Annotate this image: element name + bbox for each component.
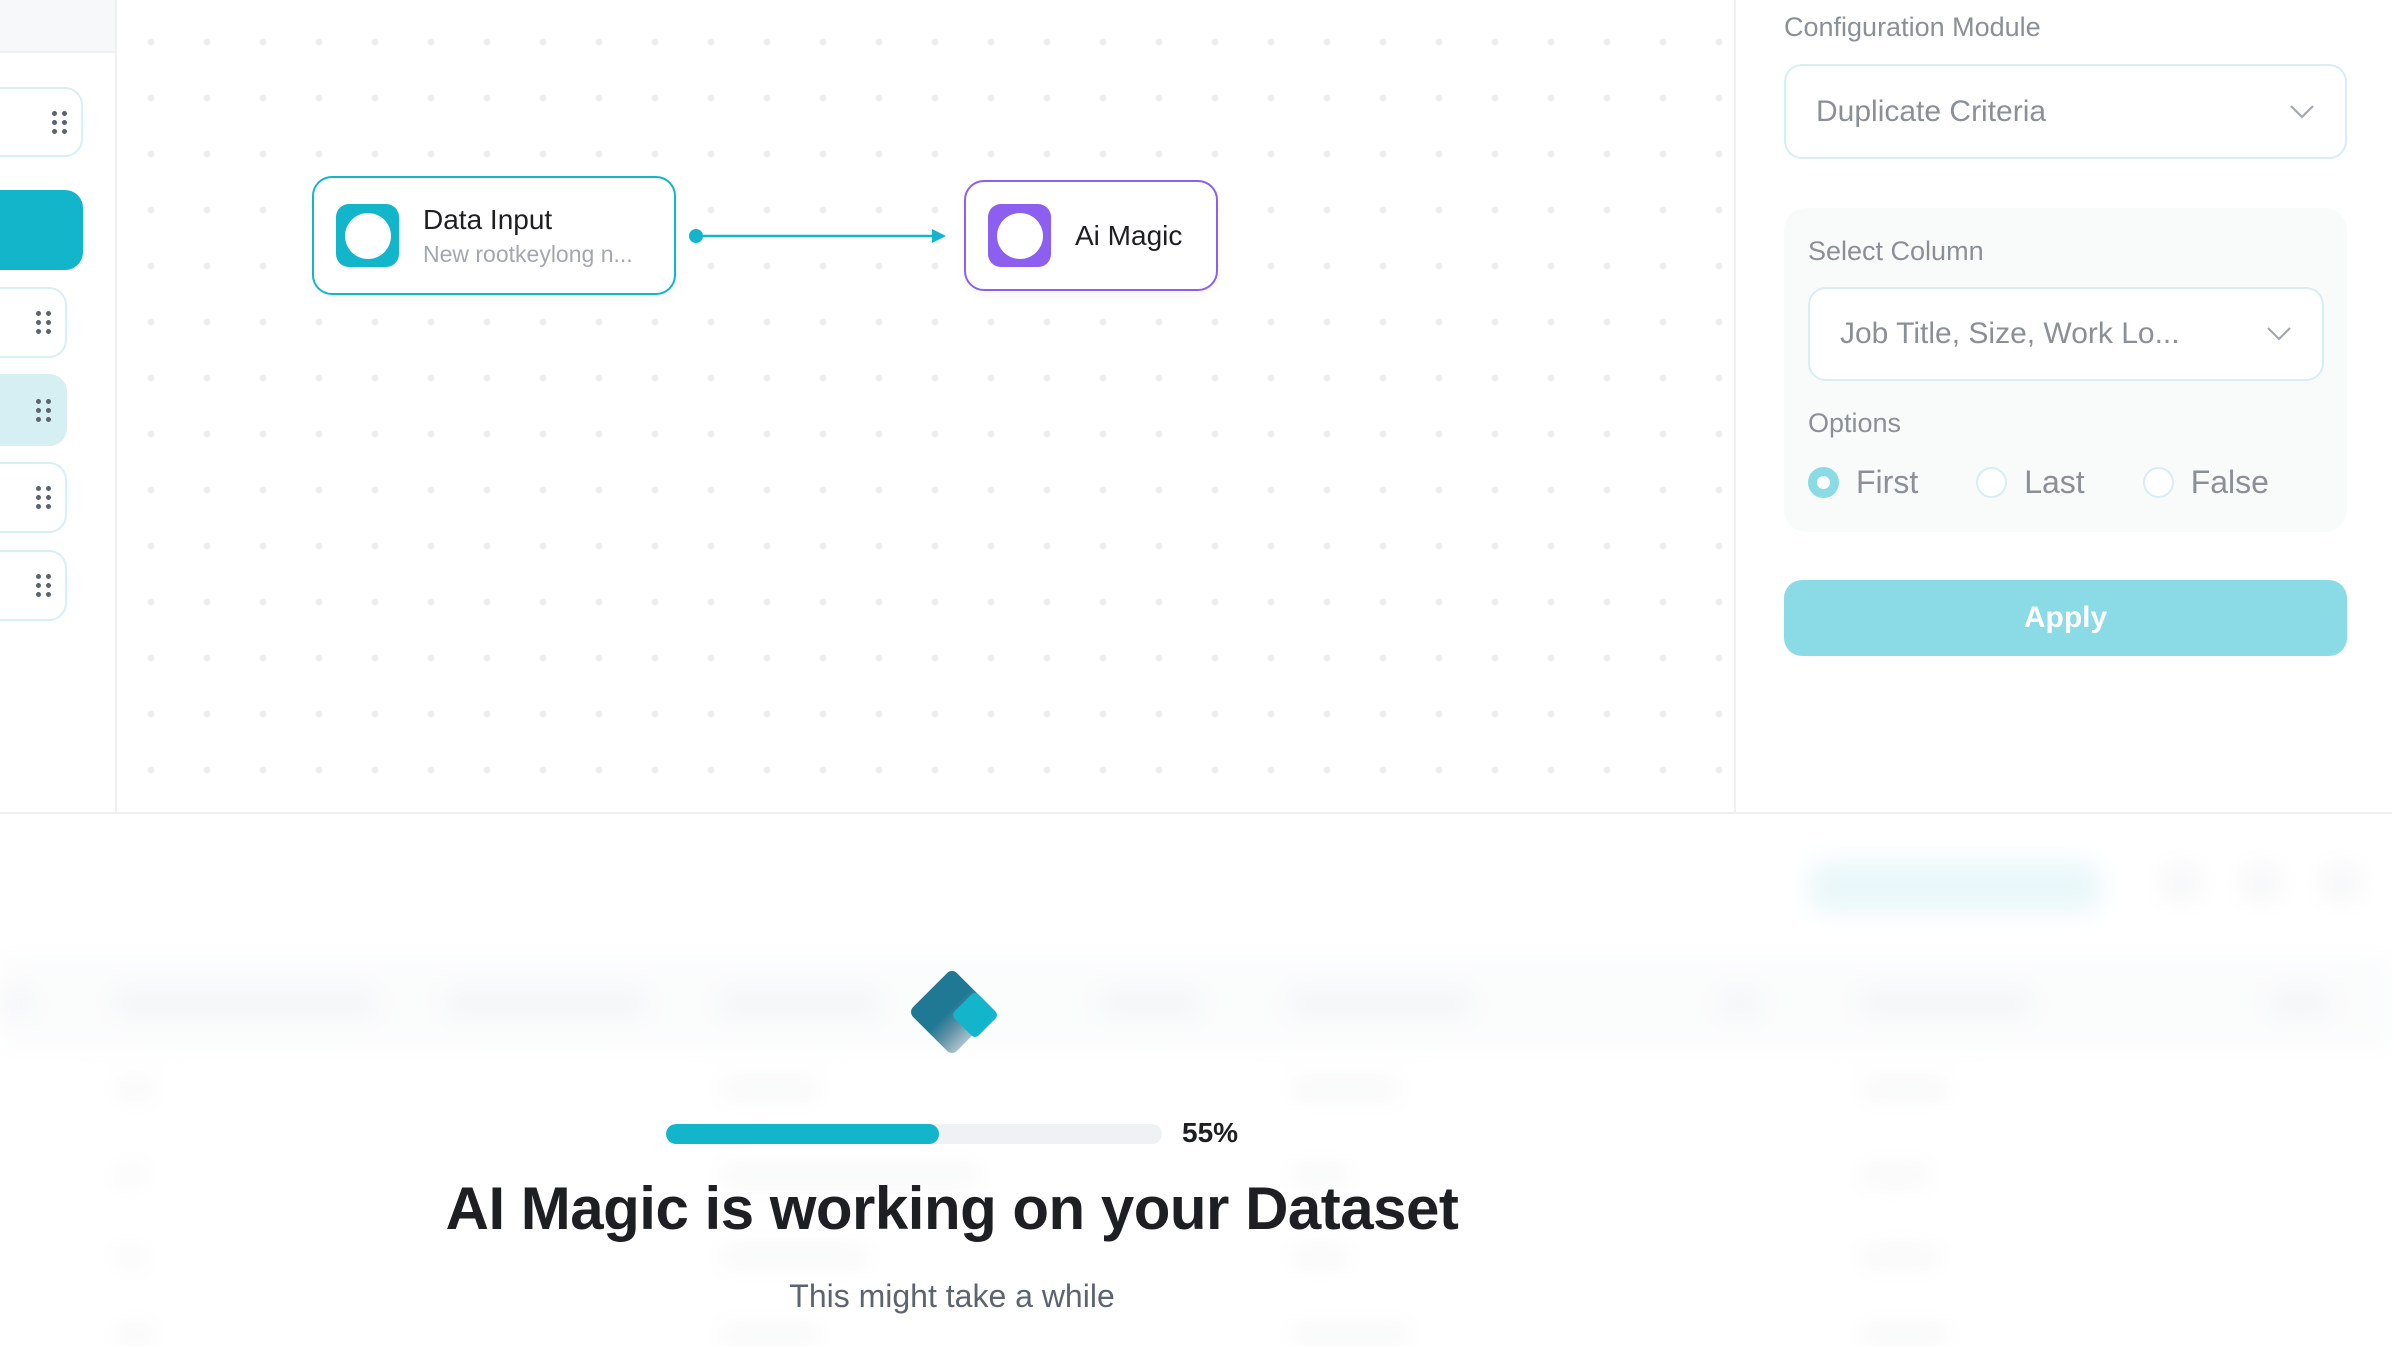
ai-processing-overlay: 55% AI Magic is working on your Dataset … [0, 814, 2392, 1346]
chevron-down-icon [2267, 327, 2291, 341]
sidebar-item-module-2[interactable] [0, 190, 83, 270]
node-subtitle: New rootkeylong n... [423, 240, 633, 267]
drag-handle-icon[interactable] [36, 486, 51, 509]
module-sidebar [0, 0, 117, 812]
workflow-canvas[interactable] [117, 0, 1734, 812]
select-column-label: Select Column [1808, 236, 1984, 266]
node-title: Data Input [423, 203, 553, 235]
data-input-node-icon [336, 204, 399, 267]
ai-magic-node-icon [988, 204, 1051, 267]
processing-title: AI Magic is working on your Dataset [445, 1175, 1459, 1242]
data-preview-panel: 55% AI Magic is working on your Dataset … [0, 812, 2392, 1346]
arrow-head-icon [932, 229, 946, 243]
configuration-module-label: Configuration Module [1784, 12, 2041, 42]
progress-bar [666, 1124, 1162, 1144]
select-value: Job Title, Size, Work Lo... [1840, 317, 2180, 350]
chevron-down-icon [2290, 104, 2314, 119]
drag-handle-icon[interactable] [52, 110, 67, 134]
duplicate-criteria-card: Select Column Job Title, Size, Work Lo..… [1784, 208, 2347, 532]
radio-unchecked-icon[interactable] [2142, 467, 2174, 498]
drag-handle-icon[interactable] [36, 398, 51, 422]
sidebar-item-module-4[interactable] [0, 374, 67, 446]
radio-false[interactable]: False [2142, 464, 2269, 501]
sidebar-item-module-1[interactable] [0, 87, 83, 157]
node-data-input[interactable]: Data Input New rootkeylong n... [312, 176, 676, 295]
options-radio-group: First Last False [1808, 464, 2327, 501]
processing-subtitle: This might take a while [789, 1278, 1115, 1314]
sidebar-item-module-5[interactable] [0, 462, 67, 533]
radio-label: False [2190, 464, 2269, 500]
radio-last[interactable]: Last [1976, 464, 2085, 501]
configuration-module-select[interactable]: Duplicate Criteria [1784, 64, 2347, 159]
apply-button[interactable]: Apply [1784, 580, 2347, 656]
drag-handle-icon[interactable] [36, 574, 51, 597]
radio-label: First [1856, 464, 1919, 500]
select-column-dropdown[interactable]: Job Title, Size, Work Lo... [1808, 287, 2324, 381]
sidebar-header [0, 0, 115, 53]
drag-handle-icon[interactable] [36, 311, 51, 334]
select-value: Duplicate Criteria [1816, 94, 2047, 128]
radio-label: Last [2024, 464, 2085, 500]
radio-first[interactable]: First [1808, 464, 1918, 501]
radio-unchecked-icon[interactable] [1976, 467, 2008, 498]
ai-magic-logo-icon [911, 971, 997, 1053]
workflow-workspace: Data Input New rootkeylong n... Ai Magic… [0, 0, 2392, 812]
node-title: Ai Magic [1075, 219, 1183, 251]
progress-percent: 55% [1182, 1117, 1239, 1148]
progress-bar-fill [666, 1124, 939, 1144]
options-label: Options [1808, 408, 1902, 438]
node-ai-magic[interactable]: Ai Magic [964, 180, 1218, 291]
sidebar-item-module-6[interactable] [0, 550, 67, 621]
configuration-panel: Configuration Module Duplicate Criteria … [1734, 0, 2392, 812]
radio-checked-icon[interactable] [1808, 467, 1839, 498]
connection-edge[interactable] [688, 226, 948, 246]
sidebar-item-module-3[interactable] [0, 287, 67, 358]
